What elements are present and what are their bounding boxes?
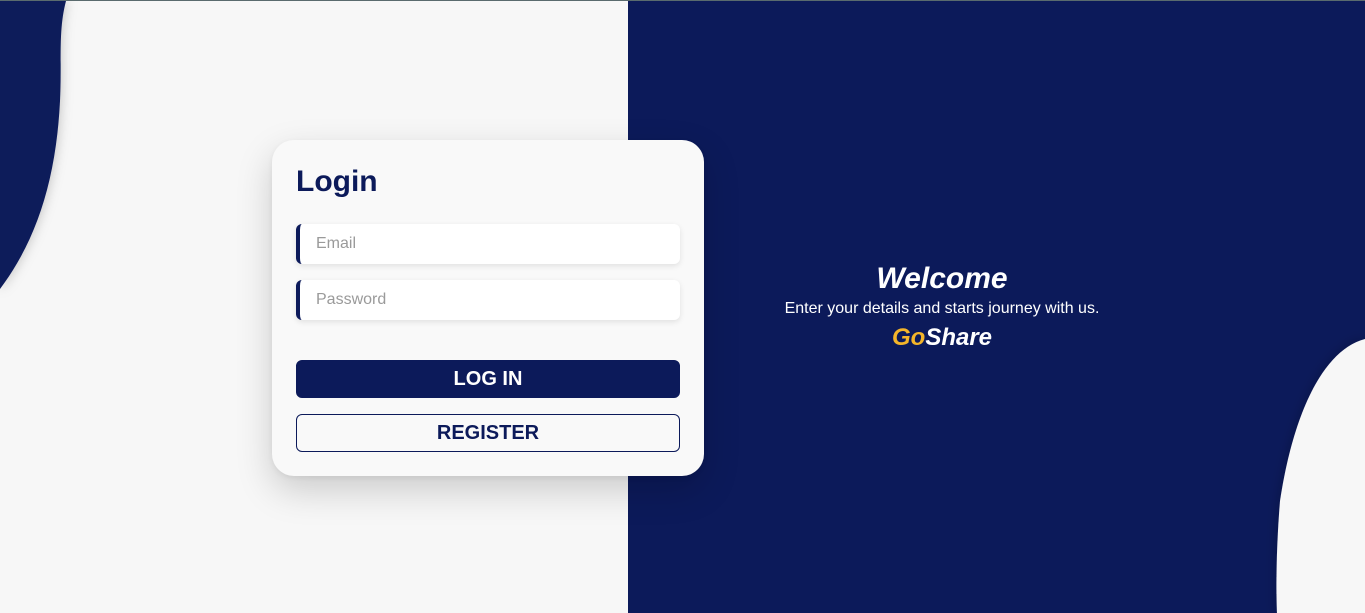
login-title: Login xyxy=(296,165,378,198)
welcome-subtitle: Enter your details and starts journey wi… xyxy=(784,300,1100,317)
brand-go: Go xyxy=(891,324,926,351)
brand-share: Share xyxy=(925,324,993,351)
welcome-title: Welcome xyxy=(876,262,1008,295)
password-field[interactable] xyxy=(296,280,680,320)
welcome-section: Welcome Enter your details and starts jo… xyxy=(628,261,1256,353)
login-button[interactable]: LOG IN xyxy=(296,360,680,398)
brand-logo: GoShare xyxy=(628,323,1256,353)
login-page: Login LOG IN REGISTER Welcome Enter your… xyxy=(0,0,1365,613)
register-button[interactable]: REGISTER xyxy=(296,414,680,452)
email-field[interactable] xyxy=(296,224,680,264)
